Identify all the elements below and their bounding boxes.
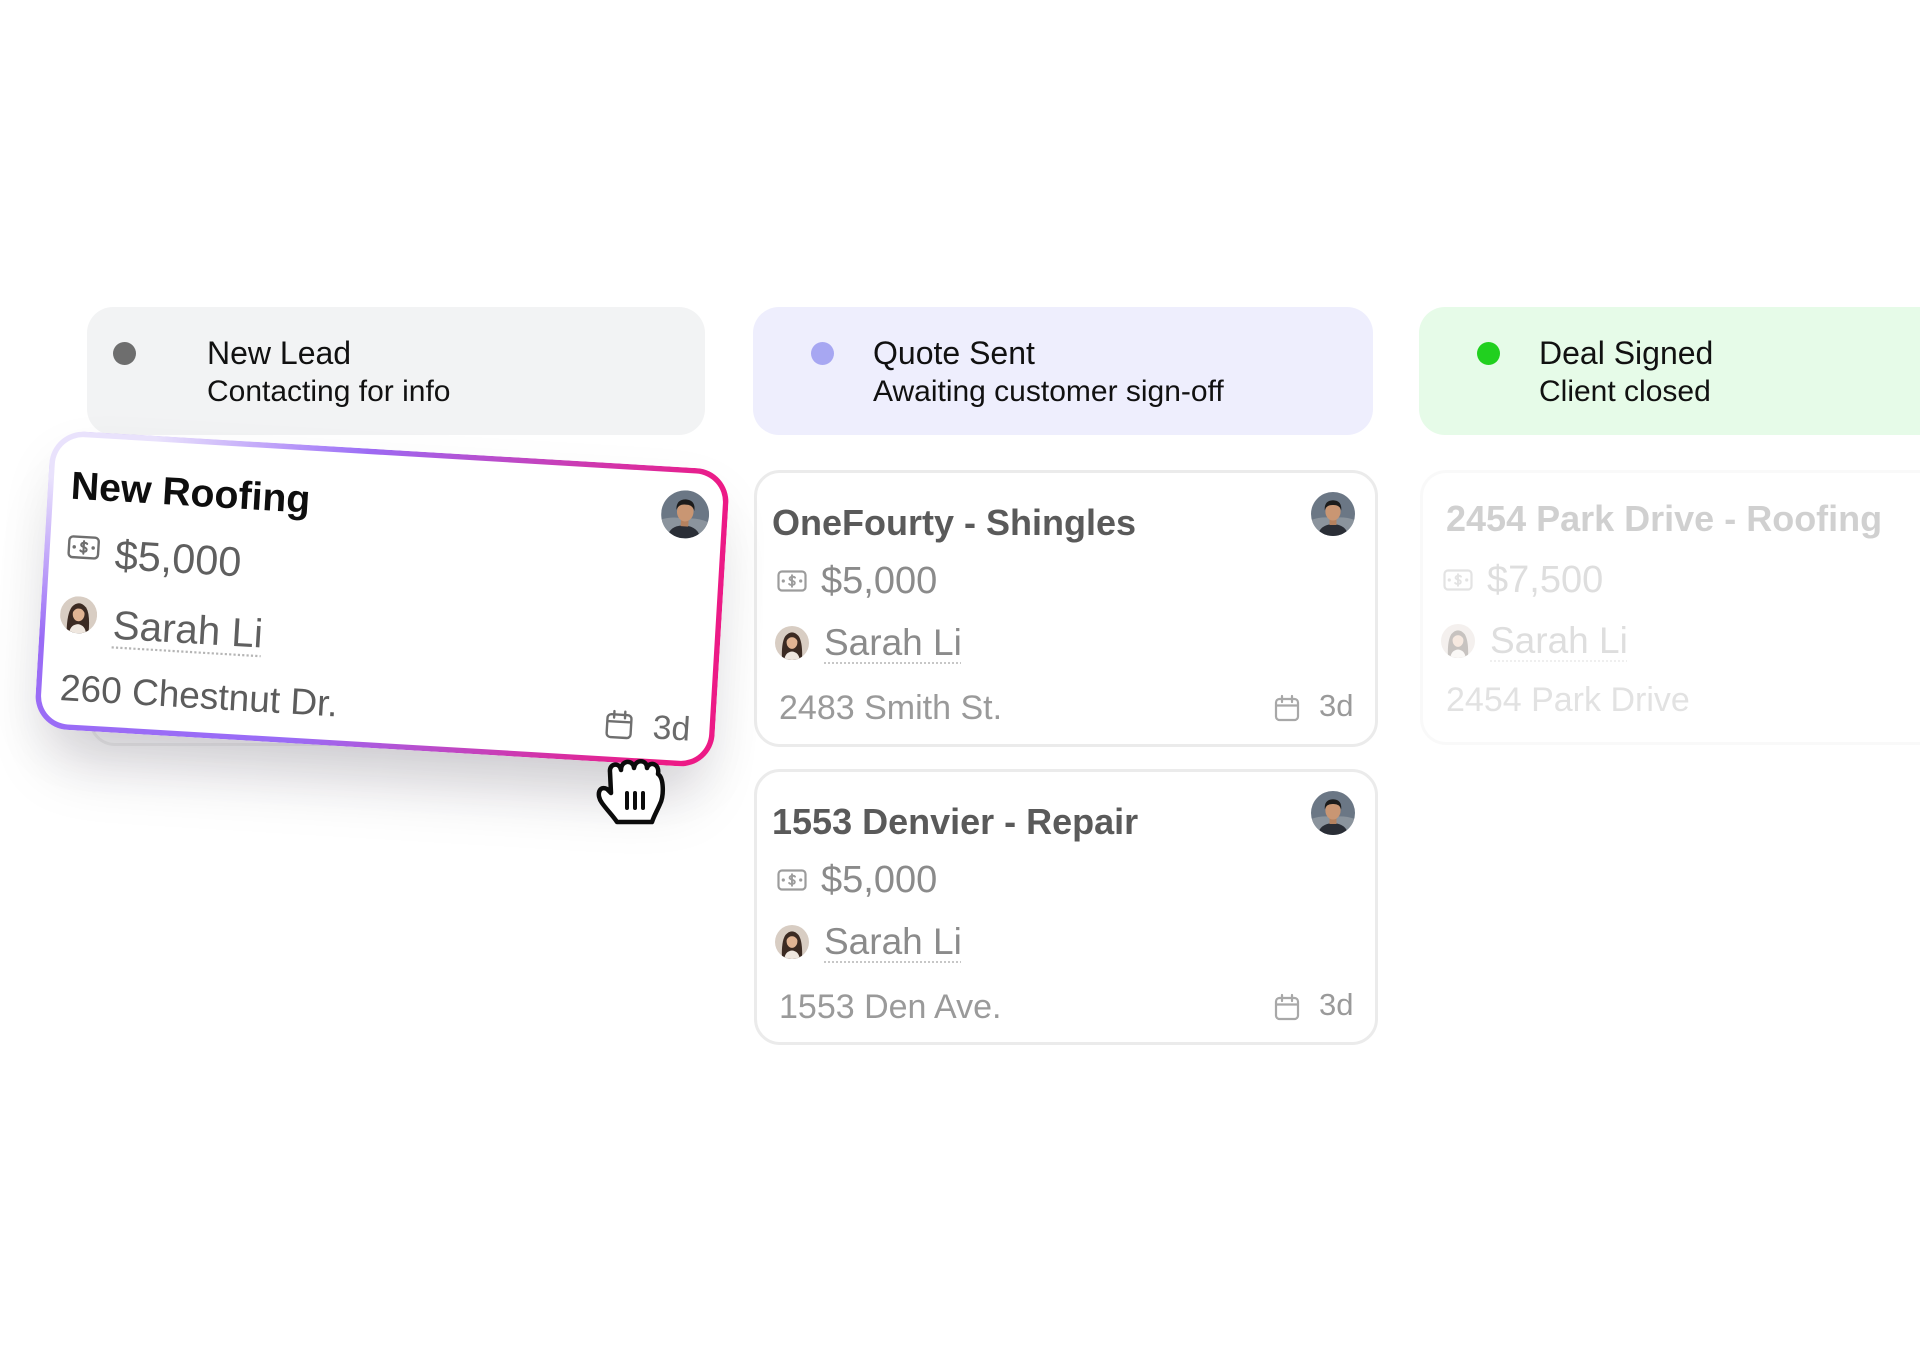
owner-avatar[interactable] [660, 489, 711, 540]
column-header-deal-signed[interactable]: Deal Signed Client closed [1419, 307, 1920, 435]
deal-address: 2483 Smith St. [779, 689, 1003, 727]
column-deal-signed: Deal Signed Client closed 2454 Park Driv… [1419, 307, 1920, 1067]
deal-age: 3d [651, 707, 692, 749]
deal-amount: $7,500 [1487, 559, 1604, 601]
money-icon [1443, 569, 1473, 591]
deal-address: 1553 Den Ave. [779, 988, 1002, 1026]
column-header-quote-sent[interactable]: Quote Sent Awaiting customer sign-off [753, 307, 1373, 435]
deal-amount: $5,000 [821, 859, 938, 901]
status-dot [811, 342, 834, 365]
assignee-name[interactable]: Sarah Li [1490, 620, 1628, 662]
column-subtitle: Contacting for info [207, 375, 451, 408]
assignee-avatar [775, 626, 809, 660]
status-dot [1477, 342, 1500, 365]
deal-amount: $5,000 [113, 532, 243, 587]
column-title: Quote Sent [873, 335, 1035, 371]
deal-address: 2454 Park Drive [1446, 681, 1690, 719]
column-quote-sent: Quote Sent Awaiting customer sign-off On… [753, 307, 1378, 1067]
deal-age: 3d [1319, 688, 1354, 723]
money-icon [777, 869, 807, 891]
card-title: 1553 Denvier - Repair [772, 801, 1139, 842]
column-header-new-lead[interactable]: New Lead Contacting for info [87, 307, 705, 435]
grab-cursor-icon [593, 750, 673, 826]
card-title: 2454 Park Drive - Roofing [1446, 498, 1883, 539]
column-subtitle: Awaiting customer sign-off [873, 375, 1224, 408]
column-title: Deal Signed [1539, 335, 1714, 371]
deal-age: 3d [1319, 987, 1354, 1022]
column-title: New Lead [207, 335, 352, 371]
owner-avatar[interactable] [1311, 492, 1355, 536]
calendar-icon [1274, 993, 1300, 1021]
deal-card[interactable]: 2454 Park Drive - Roofing $7,500 Sarah L… [1420, 470, 1920, 745]
assignee-name[interactable]: Sarah Li [112, 603, 265, 658]
deal-amount: $5,000 [821, 560, 938, 602]
card-title: OneFourty - Shingles [772, 502, 1137, 543]
column-new-lead: New Lead Contacting for info New Roofing… [33, 307, 731, 1067]
money-icon [777, 570, 807, 592]
deal-card[interactable]: 1553 Denvier - Repair $5,000 Sarah Li 15… [754, 769, 1378, 1045]
deal-card[interactable]: OneFourty - Shingles $5,000 Sarah Li 248… [754, 470, 1378, 747]
assignee-avatar [59, 595, 98, 634]
dragged-card[interactable]: New Roofing $5,000 Sarah Li 260 Chestnut… [33, 429, 731, 769]
assignee-avatar [1441, 624, 1475, 658]
owner-avatar[interactable] [1311, 791, 1355, 835]
column-subtitle: Client closed [1539, 375, 1711, 408]
card-title: New Roofing [69, 462, 312, 522]
dragged-card-body: New Roofing $5,000 Sarah Li 260 Chestnut… [39, 435, 725, 763]
status-dot [113, 342, 136, 365]
deal-address: 260 Chestnut Dr. [58, 667, 339, 726]
money-icon [67, 534, 101, 560]
assignee-avatar [775, 925, 809, 959]
calendar-icon [604, 708, 634, 740]
calendar-icon [1274, 694, 1300, 722]
assignee-name[interactable]: Sarah Li [824, 921, 962, 963]
assignee-name[interactable]: Sarah Li [824, 622, 962, 664]
